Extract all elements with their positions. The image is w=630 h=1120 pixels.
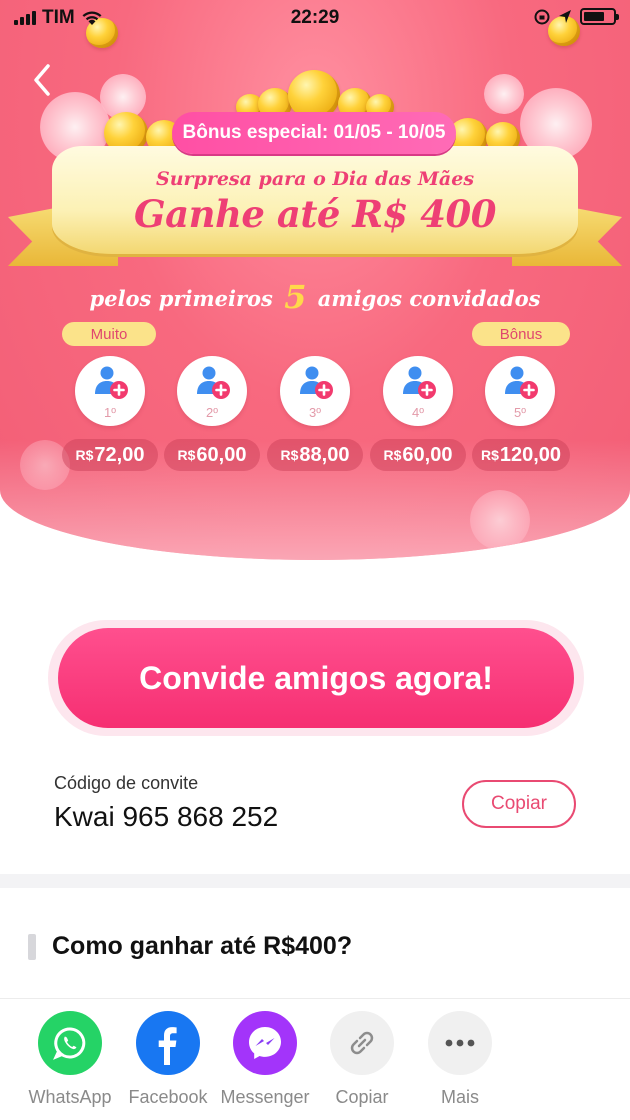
share-copy-link[interactable]: Copiar [312, 1011, 412, 1119]
back-arrow-icon[interactable] [28, 60, 58, 100]
flower-decoration [484, 74, 524, 114]
amount-value: 60,00 [402, 443, 453, 466]
status-bar: TIM 22:29 [0, 0, 630, 36]
add-friend-icon [300, 366, 333, 399]
invite-code-value: Kwai 965 868 252 [54, 801, 279, 832]
currency-symbol: R$ [480, 447, 499, 463]
slot-order: 1º [104, 405, 116, 420]
add-friend-icon [505, 366, 538, 399]
friend-slot[interactable]: 5º [485, 356, 555, 426]
hero-subtitle: pelos primeiros 5 amigos convidados [0, 278, 630, 316]
section-divider [0, 874, 630, 888]
more-icon [428, 1011, 492, 1075]
friend-slot[interactable]: 2º [177, 356, 247, 426]
subtitle-number: 5 [284, 278, 307, 316]
amount-value: 72,00 [94, 443, 145, 466]
how-to-earn-title: Como ganhar até R$400? [52, 932, 353, 960]
currency-symbol: R$ [280, 447, 299, 463]
slot-order: 4º [412, 405, 424, 420]
location-icon [559, 9, 571, 23]
reward-amount: R$ 60,00 [370, 439, 466, 471]
share-facebook[interactable]: Facebook [118, 1011, 218, 1119]
page: TIM 22:29 Surpresa para o Dia das Mães G… [0, 0, 630, 1120]
currency-symbol: R$ [75, 447, 94, 463]
orientation-lock-icon [534, 9, 550, 24]
share-whatsapp[interactable]: WhatsApp [20, 1011, 120, 1119]
whatsapp-icon [38, 1011, 102, 1075]
invite-code-label: Código de convite [54, 773, 199, 793]
tag-bonus: Bônus [472, 322, 570, 346]
currency-symbol: R$ [383, 447, 402, 463]
reward-amount: R$ 120,00 [472, 439, 570, 471]
share-label: Mais [440, 1087, 479, 1107]
bonus-period-badge: Bônus especial: 01/05 - 10/05 [172, 112, 456, 154]
subtitle-before: pelos primeiros [89, 286, 273, 311]
slot-order: 2º [206, 405, 218, 420]
amount-value: 88,00 [299, 443, 350, 466]
share-bar: WhatsApp Facebook Messenger Copiar Mais [0, 998, 630, 1120]
ribbon-subtitle: Surpresa para o Dia das Mães [155, 168, 475, 190]
tag-muito: Muito [62, 322, 156, 346]
slot-order: 5º [514, 405, 526, 420]
ribbon-headline: Ganhe até R$ 400 [134, 192, 496, 236]
reward-amount: R$ 60,00 [164, 439, 260, 471]
hero-banner: TIM 22:29 Surpresa para o Dia das Mães G… [0, 0, 630, 560]
currency-symbol: R$ [177, 447, 196, 463]
subtitle-after: amigos convidados [317, 286, 541, 311]
add-friend-icon [95, 366, 128, 399]
section-marker [28, 934, 36, 960]
amount-value: 60,00 [196, 443, 247, 466]
friend-slot[interactable]: 4º [383, 356, 453, 426]
flower-decoration [470, 490, 530, 550]
messenger-icon [233, 1011, 297, 1075]
reward-amount: R$ 88,00 [267, 439, 363, 471]
share-more[interactable]: Mais [410, 1011, 510, 1119]
facebook-icon [136, 1011, 200, 1075]
invite-friends-button[interactable]: Convide amigos agora! [58, 628, 574, 728]
friend-slot[interactable]: 1º [75, 356, 145, 426]
battery-icon [580, 8, 619, 25]
add-friend-icon [197, 366, 230, 399]
amount-value: 120,00 [499, 443, 562, 466]
friend-slot[interactable]: 3º [280, 356, 350, 426]
copy-code-button[interactable]: Copiar [462, 780, 576, 828]
slot-order: 3º [309, 405, 321, 420]
promo-ribbon: Surpresa para o Dia das Mães Ganhe até R… [52, 146, 578, 254]
reward-amount: R$ 72,00 [62, 439, 158, 471]
share-messenger[interactable]: Messenger [215, 1011, 315, 1119]
link-icon [330, 1011, 394, 1075]
status-right-group [534, 8, 619, 25]
add-friend-icon [403, 366, 436, 399]
